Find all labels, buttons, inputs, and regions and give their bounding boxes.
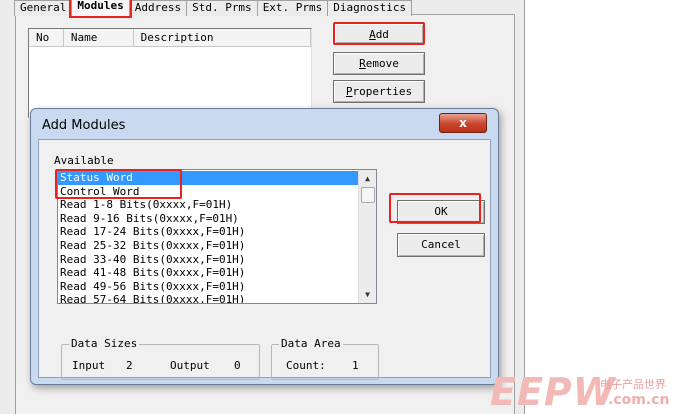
add-label: dd — [375, 28, 389, 41]
tab-std-prms[interactable]: Std. Prms — [186, 0, 258, 16]
add-mnemonic: A — [369, 28, 376, 41]
tab-modules[interactable]: Modules — [69, 0, 132, 18]
column-header-no[interactable]: No — [29, 29, 64, 46]
eepw-watermark-logo: EEPW 电子产品世界 .com.cn — [490, 370, 692, 414]
list-item[interactable]: Read 25-32 Bits(0xxxx,F=01H) — [58, 239, 359, 253]
data-sizes-title: Data Sizes — [69, 337, 140, 350]
list-item[interactable]: Read 57-64 Bits(0xxxx,F=01H) — [58, 293, 359, 303]
tab-ext-prms[interactable]: Ext. Prms — [256, 0, 329, 16]
remove-label: emove — [365, 57, 399, 70]
add-modules-dialog: Add Modules x Available Status Word Contr… — [30, 108, 499, 385]
scroll-up-arrow-icon[interactable]: ▲ — [359, 170, 376, 187]
tab-strip: General Modules Address Std. Prms Ext. P… — [14, 0, 413, 18]
watermark-tagline: 电子产品世界 — [600, 378, 666, 391]
tab-general[interactable]: General — [14, 0, 73, 16]
column-header-name[interactable]: Name — [64, 29, 134, 46]
properties-label: roperties — [352, 85, 413, 98]
dialog-title: Add Modules — [42, 118, 126, 133]
input-label: Input — [72, 359, 106, 372]
close-icon: x — [459, 116, 467, 130]
list-item[interactable]: Read 1-8 Bits(0xxxx,F=01H) — [58, 198, 359, 212]
scroll-down-arrow-icon[interactable]: ▼ — [359, 286, 376, 303]
data-area-group: Data Area Count: 1 — [271, 337, 379, 380]
list-item[interactable]: Read 17-24 Bits(0xxxx,F=01H) — [58, 225, 359, 239]
listbox-scrollbar[interactable]: ▲ ▼ — [358, 170, 376, 303]
tab-diagnostics[interactable]: Diagnostics — [327, 0, 413, 16]
output-value: 0 — [234, 359, 241, 372]
remove-mnemonic: R — [359, 57, 366, 70]
available-label: Available — [54, 154, 114, 167]
remove-button[interactable]: Remove — [333, 52, 425, 75]
scroll-thumb[interactable] — [361, 187, 375, 203]
cancel-button[interactable]: Cancel — [397, 233, 485, 257]
watermark-url: .com.cn — [608, 392, 670, 408]
dialog-client-area: Available Status Word Control Word Read 1-… — [38, 139, 491, 380]
list-header: No Name Description — [29, 29, 311, 47]
highlight-ok — [389, 193, 481, 223]
tab-address[interactable]: Address — [128, 0, 188, 16]
list-item[interactable]: Read 41-48 Bits(0xxxx,F=01H) — [58, 266, 359, 280]
list-item[interactable]: Read 33-40 Bits(0xxxx,F=01H) — [58, 253, 359, 267]
properties-mnemonic: P — [345, 85, 353, 98]
close-button[interactable]: x — [439, 113, 487, 133]
data-area-title: Data Area — [279, 337, 343, 350]
list-item[interactable]: Read 49-56 Bits(0xxxx,F=01H) — [58, 280, 359, 294]
properties-button[interactable]: Properties — [333, 80, 425, 103]
list-item[interactable]: Read 9-16 Bits(0xxxx,F=01H) — [58, 212, 359, 226]
count-value: 1 — [352, 359, 359, 372]
column-header-description[interactable]: Description — [134, 29, 311, 46]
watermark-logo-text: EEPW — [490, 370, 616, 414]
highlight-status-control — [55, 169, 182, 199]
add-button[interactable]: Add — [333, 22, 425, 45]
configured-modules-list[interactable]: No Name Description — [28, 28, 312, 118]
output-label: Output — [170, 359, 210, 372]
count-label: Count: — [286, 359, 326, 372]
input-value: 2 — [126, 359, 133, 372]
data-sizes-group: Data Sizes Input 2 Output 0 — [61, 337, 260, 380]
